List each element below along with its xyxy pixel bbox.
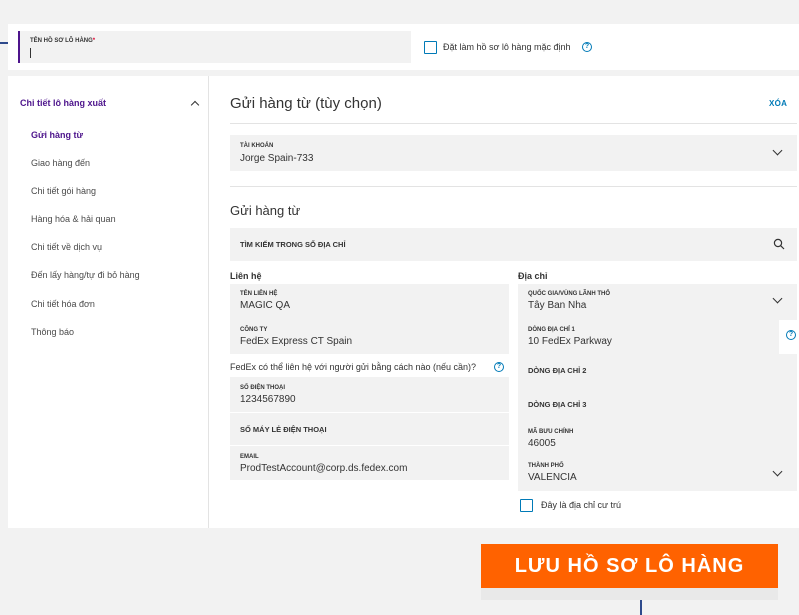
phone-extension-label: SỐ MÁY LẺ ĐIỆN THOẠI (240, 425, 327, 434)
address-line-1-label: DÒNG ĐỊA CHỈ 1 (528, 327, 575, 333)
divider (230, 186, 797, 187)
default-profile-checkbox[interactable] (424, 41, 437, 54)
chevron-down-icon (772, 293, 783, 304)
sidebar-divider (208, 76, 209, 528)
profile-name-label: TÊN HỒ SƠ LÔ HÀNG* (30, 38, 96, 44)
search-icon[interactable] (773, 238, 785, 250)
address-line-3-field[interactable]: DÒNG ĐỊA CHỈ 3 (518, 388, 797, 422)
address-line-1-value: 10 FedEx Parkway (528, 336, 612, 347)
help-icon[interactable]: ? (494, 362, 504, 372)
country-value: Tây Ban Nha (528, 300, 587, 311)
residential-label: Đây là địa chỉ cư trú (541, 500, 622, 510)
sidebar-item-package-details[interactable]: Chi tiết gói hàng (31, 186, 96, 196)
phone-field[interactable]: SỐ ĐIỆN THOẠI 1234567890 (230, 377, 509, 412)
country-label: QUỐC GIA/VÙNG LÃNH THỔ (528, 291, 610, 297)
country-dropdown[interactable]: QUỐC GIA/VÙNG LÃNH THỔ Tây Ban Nha (518, 284, 797, 320)
email-value: ProdTestAccount@corp.ds.fedex.com (240, 463, 408, 474)
account-dropdown[interactable]: TÀI KHOẢN Jorge Spain-733 (230, 135, 797, 171)
contact-heading: Liên hệ (230, 271, 262, 281)
residential-checkbox[interactable] (520, 499, 533, 512)
company-label: CÔNG TY (240, 327, 268, 333)
sidebar-item-ship-to[interactable]: Giao hàng đến (31, 158, 90, 168)
contact-name-label: TÊN LIÊN HỆ (240, 291, 278, 297)
contact-name-value: MAGIC QA (240, 300, 291, 311)
sidebar-item-customs[interactable]: Hàng hóa & hải quan (31, 214, 116, 224)
postal-code-label: MÃ BƯU CHÍNH (528, 429, 574, 435)
help-icon[interactable]: ? (786, 330, 796, 340)
account-value: Jorge Spain-733 (240, 153, 314, 164)
address-line-2-field[interactable]: DÒNG ĐỊA CHỈ 2 (518, 354, 797, 388)
chevron-down-icon (772, 466, 783, 477)
company-value: FedEx Express CT Spain (240, 336, 353, 347)
sidebar-item-ship-from[interactable]: Gửi hàng từ (31, 130, 83, 140)
sidebar-item-billing-details[interactable]: Chi tiết hóa đơn (31, 299, 95, 309)
city-value: VALENCIA (528, 472, 577, 483)
address-search-label: TÌM KIẾM TRONG SỔ ĐỊA CHỈ (240, 240, 346, 249)
save-profile-button[interactable]: LƯU HỒ SƠ LÔ HÀNG (481, 544, 778, 588)
address-line-2-label: DÒNG ĐỊA CHỈ 2 (528, 366, 587, 375)
default-profile-label: Đặt làm hồ sơ lô hàng mặc định (443, 42, 571, 52)
contact-name-field[interactable]: TÊN LIÊN HỆ MAGIC QA (230, 284, 509, 320)
help-icon[interactable]: ? (582, 42, 592, 52)
text-cursor (30, 48, 31, 58)
section-title: Gửi hàng từ (tùy chọn) (230, 95, 382, 112)
divider (230, 123, 797, 124)
button-shadow (481, 588, 778, 600)
sidebar-item-pickup-dropoff[interactable]: Đến lấy hàng/tự đi bỏ hàng (31, 270, 140, 280)
email-label: EMAIL (240, 454, 259, 460)
city-label: THÀNH PHỐ (528, 463, 564, 469)
city-dropdown[interactable]: THÀNH PHỐ VALENCIA (518, 456, 797, 491)
clear-link[interactable]: XÓA (769, 99, 787, 108)
email-field[interactable]: EMAIL ProdTestAccount@corp.ds.fedex.com (230, 446, 509, 480)
sidebar-section-header[interactable]: Chi tiết lô hàng xuất (20, 98, 106, 108)
sidebar-item-notifications[interactable]: Thông báo (31, 327, 74, 337)
postal-code-value: 46005 (528, 438, 556, 449)
chevron-down-icon (772, 145, 783, 156)
postal-code-field[interactable]: MÃ BƯU CHÍNH 46005 (518, 422, 797, 456)
address-line-3-label: DÒNG ĐỊA CHỈ 3 (528, 400, 587, 409)
decorative-line (640, 600, 642, 615)
contact-question: FedEx có thể liên hệ với người gửi bằng … (230, 362, 476, 372)
company-field[interactable]: CÔNG TY FedEx Express CT Spain (230, 320, 509, 354)
address-heading: Địa chỉ (518, 271, 548, 281)
sidebar-item-service-details[interactable]: Chi tiết về dịch vụ (31, 242, 102, 252)
address-book-search[interactable]: TÌM KIẾM TRONG SỔ ĐỊA CHỈ (230, 228, 797, 261)
account-label: TÀI KHOẢN (240, 143, 274, 149)
profile-name-field[interactable]: TÊN HỒ SƠ LÔ HÀNG* (18, 31, 411, 63)
ship-from-title: Gửi hàng từ (230, 203, 301, 218)
phone-extension-field[interactable]: SỐ MÁY LẺ ĐIỆN THOẠI (230, 413, 509, 445)
phone-value: 1234567890 (240, 394, 296, 405)
address-line-1-field[interactable]: DÒNG ĐỊA CHỈ 1 10 FedEx Parkway (518, 320, 779, 354)
phone-label: SỐ ĐIỆN THOẠI (240, 385, 286, 391)
